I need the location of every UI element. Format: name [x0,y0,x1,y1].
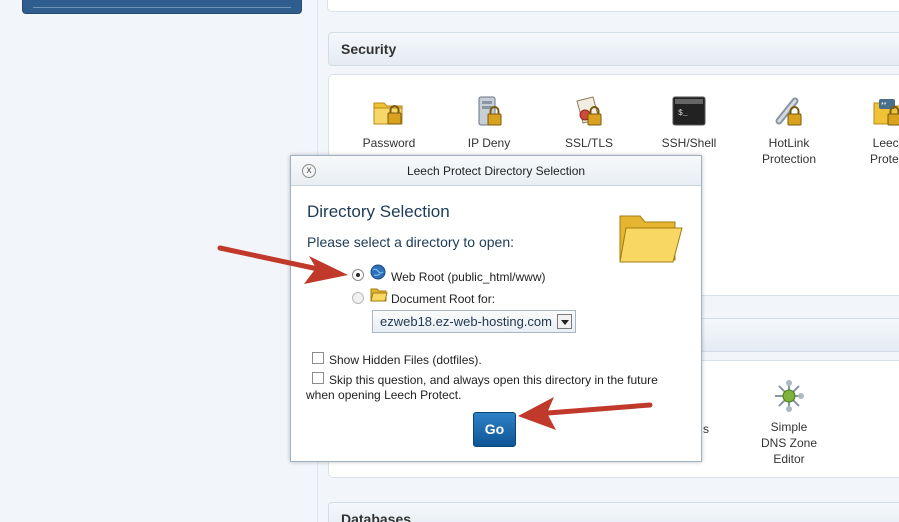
web-root-label[interactable]: Web Root (public_html/www) [391,270,546,284]
databases-group-header[interactable]: Databases [328,502,899,522]
ip-deny-manager-link[interactable]: IP Deny [439,95,539,151]
ssh-shell-access-link[interactable]: $_ SSH/Shell [639,95,739,151]
ip-deny-label: IP Deny [467,136,511,150]
ssl-tls-manager-link[interactable]: SSL/TLS [539,95,639,151]
domain-select-value: ezweb18.ez-web-hosting.com [380,314,552,329]
partial-item-label: s [703,422,709,436]
chevron-down-icon[interactable] [557,314,572,329]
password-protect-label: Password [362,136,416,150]
password-protect-directories-link[interactable]: Password [339,95,439,151]
hotlink-label-line1: HotLink [768,136,810,150]
directory-prompt: Please select a directory to open: [307,234,515,250]
security-group-title: Security [341,41,397,57]
server-lock-icon [471,95,507,129]
previous-panel-bottom [327,0,899,12]
left-sidebar [0,0,318,522]
document-root-label[interactable]: Document Root for: [391,292,495,306]
document-root-radio[interactable] [352,292,364,304]
svg-text:$_: $_ [678,109,688,118]
folder-open-icon [370,287,388,307]
ssh-shell-label: SSH/Shell [661,136,717,150]
simple-dns-zone-editor-link[interactable]: Simple DNS Zone Editor [739,379,839,467]
svg-text:**: ** [881,102,887,109]
leech-label-line2: Protect [869,152,899,166]
hotlink-label-line2: Protection [761,152,817,166]
leech-protect-link[interactable]: ** Leech Protect [839,95,899,167]
hotlink-protection-link[interactable]: HotLink Protection [739,95,839,167]
skip-question-checkbox[interactable] [312,372,324,384]
dialog-title-bar: x Leech Protect Directory Selection [291,156,701,186]
web-root-radio[interactable] [352,269,364,281]
go-button[interactable]: Go [473,412,516,447]
leech-lock-icon: ** [871,95,899,129]
dialog-title: Leech Protect Directory Selection [406,164,586,178]
folder-illustration-icon [614,206,686,269]
ssl-tls-label: SSL/TLS [564,136,614,150]
globe-icon [370,264,386,285]
leech-protect-directory-dialog: x Leech Protect Directory Selection Dire… [290,155,702,462]
dns-label-line3: Editor [773,452,805,466]
dns-label-line1: Simple [770,420,808,434]
dns-label-line2: DNS Zone [760,436,818,450]
chain-lock-icon [771,95,807,129]
skip-question-label-line2: when opening Leech Protect. [306,388,462,402]
sidebar-panel-bottom [22,0,302,14]
show-hidden-files-checkbox[interactable] [312,352,324,364]
security-group-header[interactable]: Security [328,32,899,66]
terminal-icon: $_ [671,95,707,129]
close-icon[interactable]: x [302,164,316,178]
folder-lock-icon [371,95,407,129]
directory-selection-heading: Directory Selection [307,202,450,221]
show-hidden-files-label[interactable]: Show Hidden Files (dotfiles). [329,353,482,367]
domain-select[interactable]: ezweb18.ez-web-hosting.com [372,310,576,333]
dns-zone-icon [771,379,807,413]
certificate-lock-icon [571,95,607,129]
skip-question-label-line1[interactable]: Skip this question, and always open this… [329,373,658,387]
leech-label-line1: Leech [872,136,899,150]
databases-group-title: Databases [341,511,412,522]
